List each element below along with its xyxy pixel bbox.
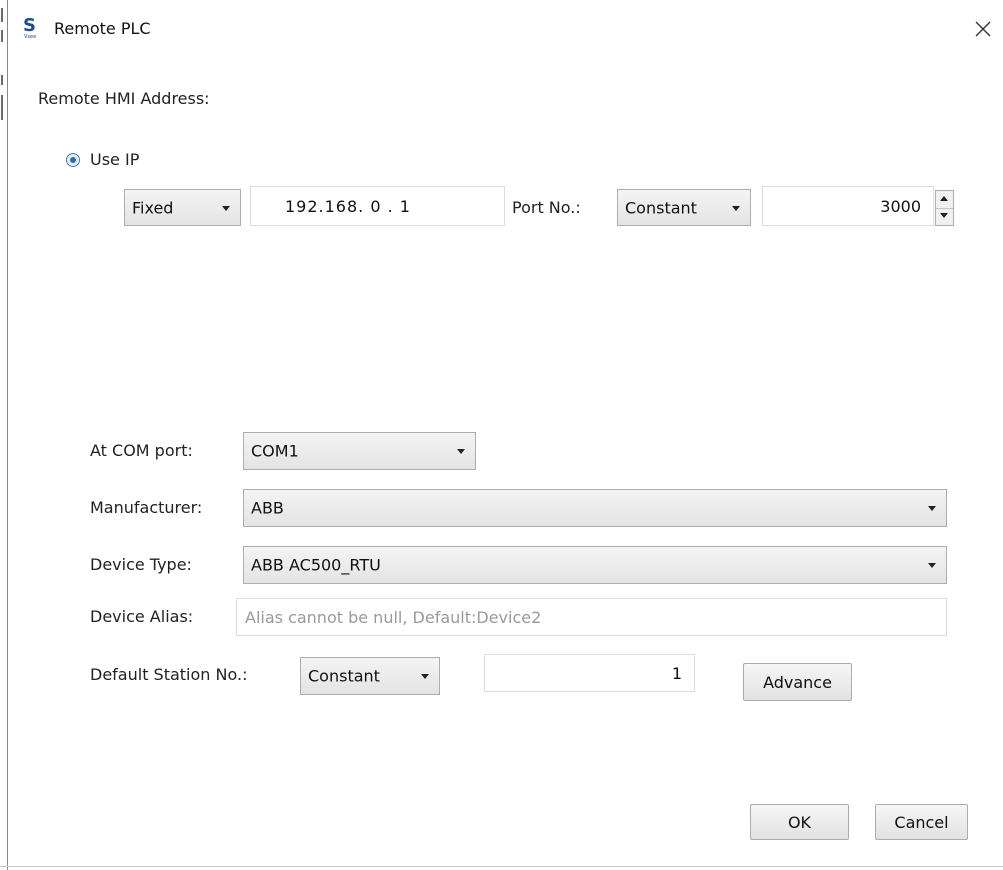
- remote-hmi-heading: Remote HMI Address:: [38, 89, 210, 108]
- device-alias-label: Device Alias:: [90, 607, 194, 626]
- close-icon: [975, 21, 991, 37]
- device-type-select[interactable]: ABB AC500_RTU: [243, 546, 947, 584]
- advance-button[interactable]: Advance: [743, 663, 852, 701]
- com-port-select[interactable]: COM1: [243, 432, 476, 470]
- device-alias-input[interactable]: [236, 598, 947, 636]
- ip-mode-select[interactable]: Fixed: [124, 189, 241, 226]
- manufacturer-label: Manufacturer:: [90, 498, 203, 517]
- spin-down-icon[interactable]: [936, 208, 953, 225]
- dropdown-arrow-icon: [222, 205, 230, 211]
- device-type-label: Device Type:: [90, 555, 192, 574]
- dropdown-arrow-icon: [928, 563, 936, 568]
- background-window-edge: [1, 8, 3, 22]
- radio-selected-dot: [70, 157, 76, 163]
- window-border: [0, 866, 1003, 867]
- com-port-label: At COM port:: [90, 441, 193, 460]
- port-input[interactable]: [762, 186, 934, 226]
- port-spinner[interactable]: [935, 190, 954, 226]
- use-ip-label[interactable]: Use IP: [90, 150, 139, 170]
- background-window-edge: [1, 95, 3, 120]
- station-label: Default Station No.:: [90, 665, 248, 684]
- background-window-edge: [1, 75, 3, 85]
- manufacturer-select[interactable]: ABB: [243, 489, 947, 527]
- spin-up-icon[interactable]: [936, 191, 953, 209]
- port-mode-select[interactable]: Constant: [617, 189, 751, 226]
- cancel-button[interactable]: Cancel: [875, 804, 968, 840]
- dropdown-arrow-icon: [732, 205, 740, 211]
- port-label: Port No.:: [512, 198, 581, 217]
- dropdown-arrow-icon: [457, 449, 465, 454]
- ip-address-input[interactable]: [250, 186, 505, 226]
- remote-plc-dialog: S Vsee Remote PLC Remote HMI Address: Us…: [8, 0, 1003, 866]
- station-mode-select[interactable]: Constant: [300, 657, 440, 695]
- dropdown-arrow-icon: [421, 674, 429, 679]
- dialog-title: Remote PLC: [54, 19, 151, 38]
- background-window-edge: [1, 30, 3, 42]
- ok-button[interactable]: OK: [750, 804, 849, 840]
- dropdown-arrow-icon: [928, 506, 936, 511]
- app-logo-icon: S Vsee: [23, 15, 37, 41]
- station-input[interactable]: [484, 654, 695, 692]
- use-ip-radio[interactable]: [66, 153, 80, 167]
- close-button[interactable]: [966, 12, 1000, 46]
